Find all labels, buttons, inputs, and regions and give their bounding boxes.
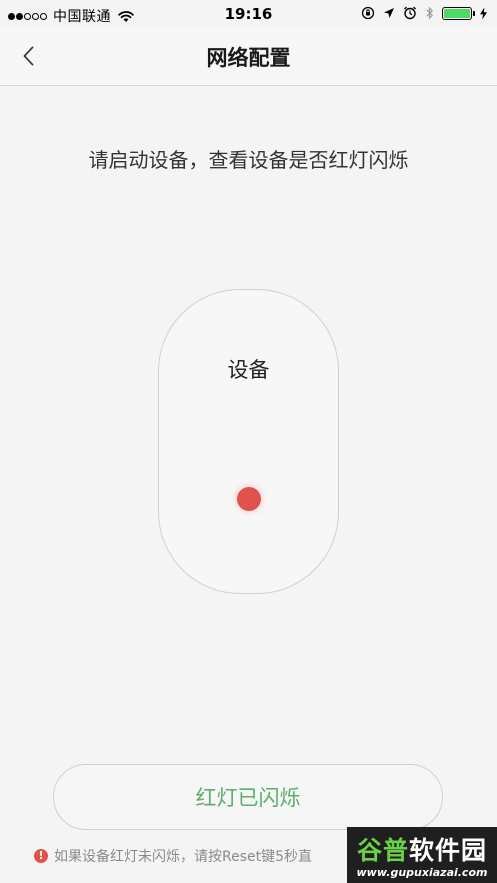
reset-hint-text: 如果设备红灯未闪烁，请按Reset键5秒直 <box>54 849 313 865</box>
watermark-brand-part1: 谷普 <box>356 836 409 865</box>
warning-icon: ! <box>34 849 48 863</box>
alarm-icon <box>404 6 416 20</box>
status-bar: 中国联通 19:16 <box>0 0 497 28</box>
reset-hint: ! 如果设备红灯未闪烁，请按Reset键5秒直 <box>34 846 312 866</box>
device-illustration: 设备 <box>158 289 339 594</box>
watermark-brand: 谷普软件园 <box>347 831 497 867</box>
led-blinking-confirm-button[interactable]: 红灯已闪烁 <box>53 764 443 830</box>
red-led-indicator <box>237 487 261 511</box>
instruction-text: 请启动设备，查看设备是否红灯闪烁 <box>88 148 409 172</box>
battery-level-fill <box>444 8 470 18</box>
nav-bar: 网络配置 <box>0 28 497 86</box>
page-title: 网络配置 <box>206 46 291 70</box>
device-label: 设备 <box>227 358 270 382</box>
orientation-lock-icon <box>361 6 375 20</box>
status-right <box>361 6 487 20</box>
charging-icon <box>480 6 487 20</box>
battery-cap <box>473 10 475 16</box>
bluetooth-icon <box>426 6 434 20</box>
location-icon <box>384 8 394 18</box>
watermark-logo: 谷普软件园 www.gupuxiazai.com <box>347 827 497 883</box>
watermark-brand-part2: 软件园 <box>409 836 488 865</box>
watermark-url: www.gupuxiazai.com <box>356 866 488 879</box>
battery-icon <box>442 6 475 20</box>
